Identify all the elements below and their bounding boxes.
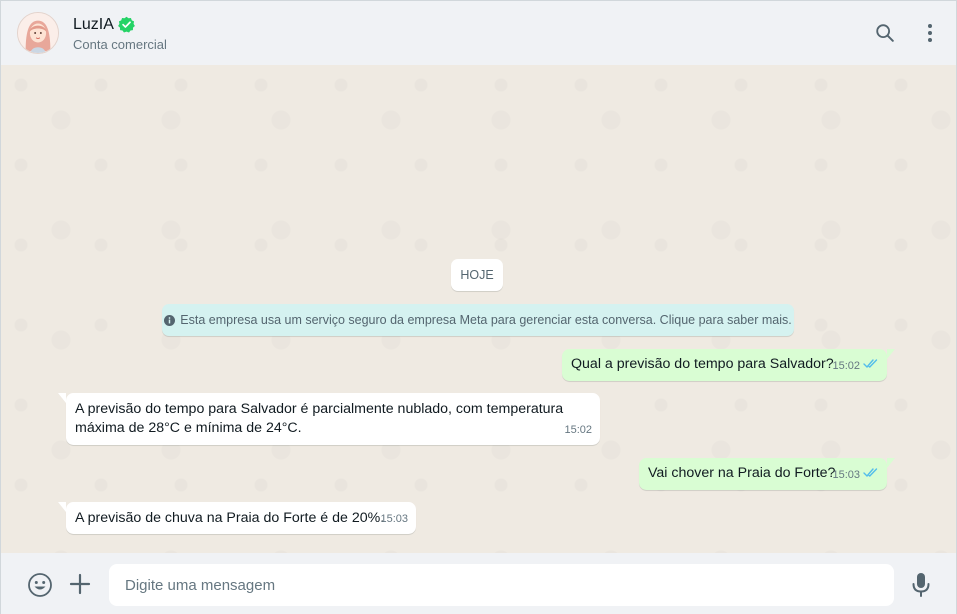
contact-name: LuzIA xyxy=(73,15,114,33)
info-icon xyxy=(164,314,176,326)
encryption-notice-text: Esta empresa usa um serviço seguro da em… xyxy=(180,313,792,327)
emoji-icon[interactable] xyxy=(27,572,53,598)
menu-dots-icon[interactable] xyxy=(926,22,934,44)
verified-badge-icon xyxy=(118,16,135,33)
contact-name-row: LuzIA xyxy=(73,15,167,35)
message-meta: 15:03 xyxy=(380,510,408,529)
message-input[interactable] xyxy=(109,564,894,606)
composer xyxy=(1,553,956,614)
bubble-tail xyxy=(58,393,66,403)
message-meta: 15:02 xyxy=(832,357,879,376)
double-check-icon xyxy=(863,466,879,485)
bubble-tail xyxy=(58,502,66,512)
avatar-illustration xyxy=(18,13,58,53)
message-bubble-incoming[interactable]: A previsão do tempo para Salvador é parc… xyxy=(58,393,600,445)
message-bubble-outgoing[interactable]: Qual a previsão do tempo para Salvador? … xyxy=(562,349,895,381)
mic-icon[interactable] xyxy=(911,572,931,598)
date-chip: HOJE xyxy=(451,259,503,291)
message-text: A previsão de chuva na Praia do Forte é … xyxy=(75,510,385,526)
avatar[interactable] xyxy=(17,12,59,54)
double-check-icon xyxy=(863,357,879,376)
bubble-tail xyxy=(887,349,895,359)
chat-window: LuzIA Conta comercial HOJE Esta empresa … xyxy=(0,0,957,614)
message-list[interactable]: HOJE Esta empresa usa um serviço seguro … xyxy=(1,65,956,553)
message-meta: 15:03 xyxy=(832,466,879,485)
contact-info[interactable]: LuzIA Conta comercial xyxy=(73,15,167,52)
message-bubble-outgoing[interactable]: Vai chover na Praia do Forte? 15:03 xyxy=(639,458,895,490)
encryption-notice[interactable]: Esta empresa usa um serviço seguro da em… xyxy=(162,304,794,336)
search-icon[interactable] xyxy=(874,22,896,44)
message-bubble-incoming[interactable]: A previsão de chuva na Praia do Forte é … xyxy=(58,502,416,534)
message-text: A previsão do tempo para Salvador é parc… xyxy=(75,401,564,436)
message-meta: 15:02 xyxy=(564,421,592,440)
message-time: 15:03 xyxy=(380,513,408,525)
message-time: 15:03 xyxy=(832,469,860,481)
bubble-tail xyxy=(887,458,895,468)
plus-icon[interactable] xyxy=(69,573,91,595)
header-actions xyxy=(874,1,934,65)
contact-subtitle: Conta comercial xyxy=(73,36,167,52)
chat-header[interactable]: LuzIA Conta comercial xyxy=(1,1,956,65)
message-time: 15:02 xyxy=(832,360,860,372)
message-time: 15:02 xyxy=(564,424,592,436)
